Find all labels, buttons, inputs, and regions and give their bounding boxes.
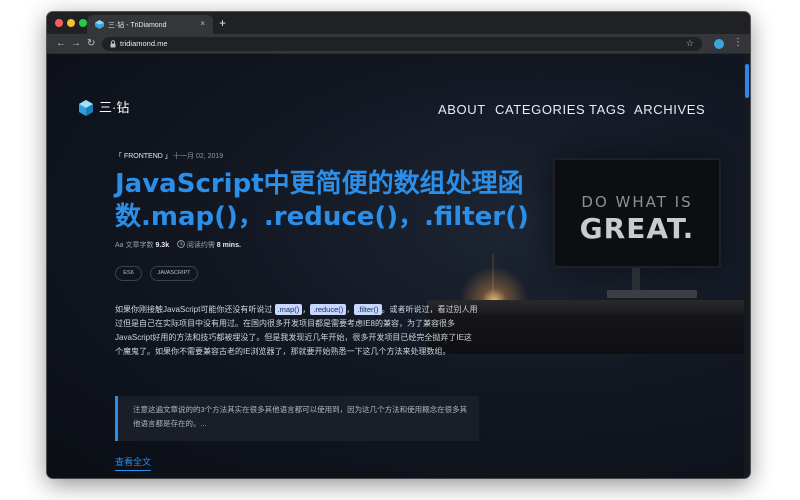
post-excerpt: 如果你刚接触JavaScript可能你还没有听说过 .map()， .reduce…	[115, 303, 479, 359]
code-reduce: .reduce()	[310, 304, 347, 315]
nav-categories[interactable]: CATEGORIES	[495, 102, 585, 118]
close-window-button[interactable]	[55, 19, 63, 27]
code-filter: .filter()	[354, 304, 382, 315]
post-date: 十一月 02, 2019	[173, 153, 224, 160]
tab-title: 三·钻 - TriDiamond	[108, 22, 167, 29]
browser-tab[interactable]: 三·钻 - TriDiamond ×	[87, 15, 213, 34]
browser-window: 三·钻 - TriDiamond × + ← → ↻ tridiamond.me…	[47, 12, 750, 478]
excerpt-sep-2: ，	[346, 305, 355, 314]
note-text: 注意这遍文章说的的3个方法其实在很多其他语言都可以使用到，因为这几个方法和使用概…	[133, 405, 468, 428]
nav-tags[interactable]: TAGS	[589, 102, 626, 118]
lock-icon	[110, 40, 116, 48]
tab-strip: 三·钻 - TriDiamond × +	[47, 12, 750, 34]
read-time-label: 阅读约需	[186, 242, 215, 249]
diamond-favicon-icon	[95, 20, 104, 29]
address-bar[interactable]: tridiamond.me ☆	[102, 37, 702, 51]
nav-archives[interactable]: ARCHIVES	[634, 102, 705, 118]
post-note-blockquote: 注意这遍文章说的的3个方法其实在很多其他语言都可以使用到，因为这几个方法和使用概…	[115, 396, 479, 441]
background-keyboard	[607, 290, 697, 298]
browser-toolbar: ← → ↻ tridiamond.me ☆ ⋮	[47, 34, 750, 54]
word-count-value: 9.3k	[155, 242, 170, 249]
site-logo-text[interactable]: 三·钻	[99, 100, 129, 116]
word-count-label: 文章字数	[125, 242, 154, 249]
tab-close-icon[interactable]: ×	[200, 19, 205, 28]
post-title[interactable]: JavaScript中更简便的数组处理函数.map()，.reduce()，.f…	[115, 168, 575, 234]
post-category[interactable]: 「 FRONTEND 」	[115, 152, 172, 162]
reload-button[interactable]: ↻	[87, 37, 95, 51]
nav-about[interactable]: ABOUT	[438, 102, 486, 118]
browser-menu-icon[interactable]: ⋮	[733, 36, 743, 50]
tag-es6[interactable]: ES6	[115, 266, 142, 281]
monitor-line-2: GREAT.	[579, 212, 695, 245]
back-button[interactable]: ←	[56, 37, 66, 51]
page-viewport: DO WHAT IS GREAT. 三·钻 ABOUT CATEGORIES T…	[47, 54, 750, 478]
excerpt-text-1: 如果你刚接触JavaScript可能你还没有听说过	[115, 305, 275, 314]
scrollbar-thumb[interactable]	[745, 64, 749, 98]
bookmark-star-icon[interactable]: ☆	[686, 38, 694, 49]
monitor-line-1: DO WHAT IS	[581, 193, 693, 211]
word-count-icon: Aa	[115, 242, 124, 249]
read-more-link[interactable]: 查看全文	[115, 456, 152, 471]
minimize-window-button[interactable]	[67, 19, 75, 27]
tag-javascript[interactable]: JAVASCRIPT	[150, 266, 198, 281]
url-text: tridiamond.me	[120, 39, 168, 48]
scrollbar[interactable]	[744, 54, 750, 478]
forward-button[interactable]: →	[71, 37, 81, 51]
clock-icon	[177, 240, 185, 248]
code-map: .map()	[274, 304, 303, 315]
post-stats: Aa 文章字数 9.3k 阅读约需 8 mins.	[115, 240, 241, 250]
excerpt-sep-1: ，	[302, 305, 311, 314]
diamond-logo-icon[interactable]	[78, 100, 94, 116]
new-tab-button[interactable]: +	[219, 15, 226, 31]
extension-icon[interactable]	[714, 39, 724, 49]
maximize-window-button[interactable]	[79, 19, 87, 27]
read-time-value: 8 mins.	[216, 242, 241, 249]
background-monitor: DO WHAT IS GREAT.	[553, 158, 721, 268]
